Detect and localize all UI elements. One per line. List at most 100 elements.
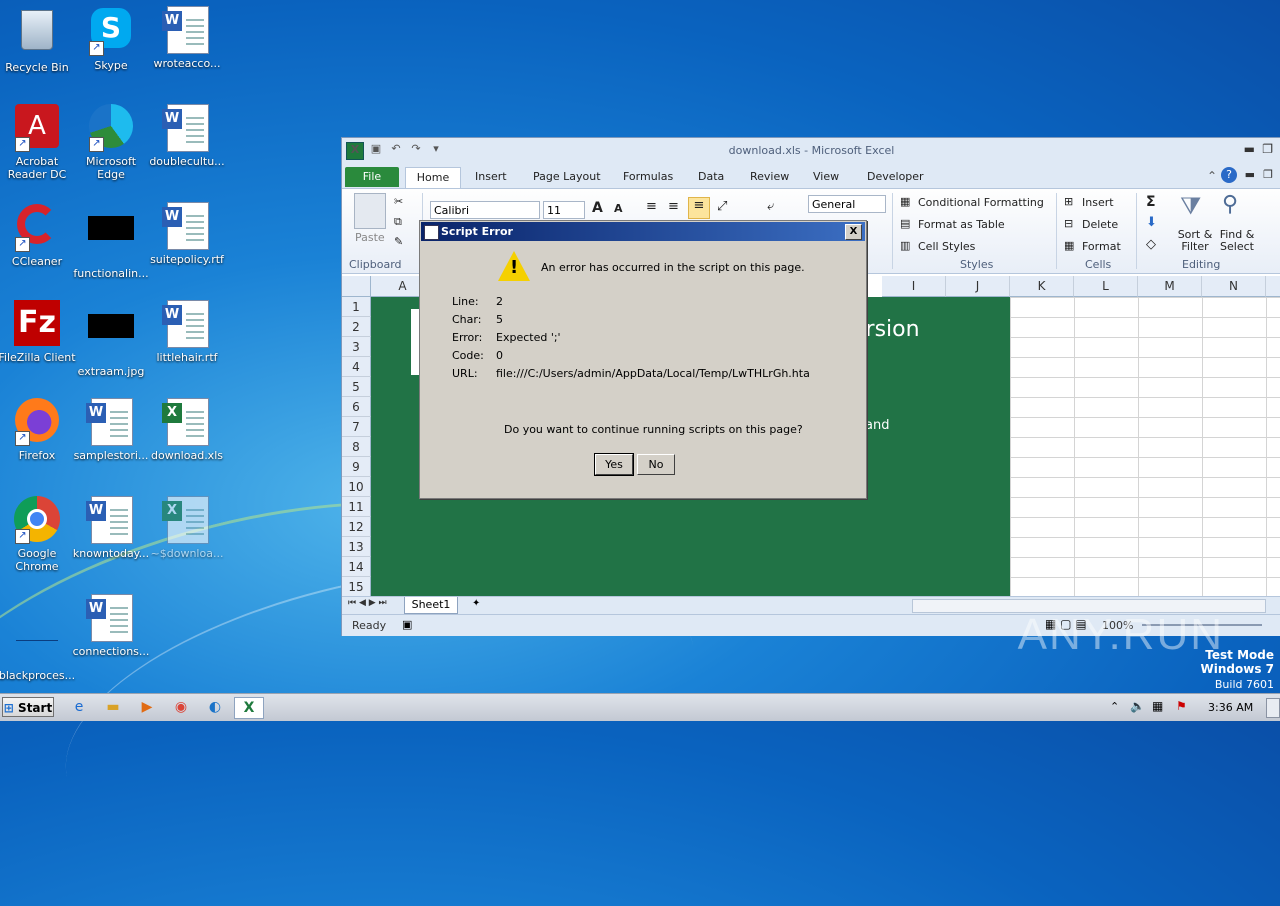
font-size-combo[interactable]: 11: [543, 201, 585, 219]
shrink-font-icon[interactable]: A: [614, 202, 623, 215]
row-header[interactable]: 15: [342, 577, 371, 597]
excel-titlebar[interactable]: X ▣ ↶ ↷ ▾ download.xls - Microsoft Excel…: [342, 138, 1280, 164]
row-header[interactable]: 5: [342, 377, 371, 397]
show-hidden-icons-icon[interactable]: ⌃: [1110, 700, 1119, 713]
desktop-icon-blackprocess[interactable]: blackproces...: [0, 600, 76, 682]
macro-record-icon[interactable]: ▣: [402, 618, 412, 631]
sort-filter-button[interactable]: Sort & Filter: [1176, 229, 1214, 253]
row-header[interactable]: 6: [342, 397, 371, 417]
select-all-corner[interactable]: [342, 276, 371, 297]
clock[interactable]: 3:36 AM: [1208, 701, 1253, 714]
desktop-icon-download-xls[interactable]: X download.xls: [148, 398, 226, 462]
row-header[interactable]: 11: [342, 497, 371, 517]
format-as-table-button[interactable]: Format as Table: [918, 218, 1005, 231]
desktop-icon-wroteacco[interactable]: W wroteacco...: [148, 6, 226, 70]
column-header[interactable]: M: [1138, 276, 1202, 297]
tab-file[interactable]: File: [345, 167, 399, 187]
tab-insert[interactable]: Insert: [475, 167, 507, 187]
orientation-icon[interactable]: ⤢: [717, 199, 727, 214]
desktop-icon-skype[interactable]: S ↗ Skype: [72, 6, 150, 72]
row-header[interactable]: 8: [342, 437, 371, 457]
start-button[interactable]: ⊞ Start: [2, 697, 54, 717]
conditional-formatting-button[interactable]: Conditional Formatting: [918, 196, 1044, 209]
row-header[interactable]: 12: [342, 517, 371, 537]
row-header[interactable]: 10: [342, 477, 371, 497]
desktop-icon-samplestori[interactable]: W samplestori...: [72, 398, 150, 462]
find-select-button[interactable]: Find & Select: [1216, 229, 1258, 253]
desktop-icon-temp-download[interactable]: X ~$downloa...: [148, 496, 226, 560]
row-header[interactable]: 2: [342, 317, 371, 337]
desktop-icon-littlehair[interactable]: W littlehair.rtf: [148, 300, 226, 364]
cell-styles-button[interactable]: Cell Styles: [918, 240, 975, 253]
minimize-ribbon-icon[interactable]: ⌃: [1207, 169, 1217, 183]
autosum-icon[interactable]: Σ: [1146, 194, 1156, 210]
desktop-icon-suitepolicy[interactable]: W suitepolicy.rtf: [148, 202, 226, 266]
tab-formulas[interactable]: Formulas: [623, 167, 673, 187]
desktop-icon-functionalin[interactable]: functionalin...: [72, 202, 150, 280]
desktop-icon-extraam[interactable]: extraam.jpg: [72, 300, 150, 378]
row-header[interactable]: 13: [342, 537, 371, 557]
flag-icon[interactable]: ⚑: [1176, 699, 1187, 713]
sheet-nav-arrows-icon[interactable]: ⏮ ◀ ▶ ⏭: [348, 598, 387, 608]
clear-icon[interactable]: ◇: [1146, 237, 1156, 252]
desktop-icon-ccleaner[interactable]: ↗ CCleaner: [0, 202, 76, 268]
cell-area[interactable]: [1010, 297, 1280, 597]
tab-developer[interactable]: Developer: [867, 167, 924, 187]
align-bottom-icon[interactable]: ≡: [688, 197, 710, 219]
align-middle-icon[interactable]: ≡: [668, 199, 679, 214]
column-header[interactable]: N: [1202, 276, 1266, 297]
no-button[interactable]: No: [637, 454, 675, 475]
tab-review[interactable]: Review: [750, 167, 789, 187]
row-header[interactable]: 9: [342, 457, 371, 477]
desktop-icon-acrobat[interactable]: A ↗ Acrobat Reader DC: [0, 104, 76, 181]
tab-data[interactable]: Data: [698, 167, 724, 187]
desktop-icon-knowntoday[interactable]: W knowntoday...: [72, 496, 150, 560]
tab-view[interactable]: View: [813, 167, 839, 187]
yes-button[interactable]: Yes: [594, 453, 634, 476]
minimize-icon[interactable]: ▬: [1244, 142, 1255, 156]
sheet-tab-sheet1[interactable]: Sheet1: [404, 597, 458, 614]
media-player-icon[interactable]: ▶: [136, 697, 158, 717]
paste-icon[interactable]: [354, 193, 386, 229]
doc-minimize-icon[interactable]: ▬: [1245, 168, 1255, 181]
desktop-icon-firefox[interactable]: ↗ Firefox: [0, 398, 76, 462]
column-header[interactable]: I: [882, 276, 946, 297]
maximize-icon[interactable]: ❐: [1262, 142, 1273, 156]
tab-page-layout[interactable]: Page Layout: [533, 167, 601, 187]
format-painter-icon[interactable]: ✎: [394, 235, 403, 248]
insert-sheet-icon[interactable]: ✦: [472, 598, 480, 609]
number-format-combo[interactable]: General: [808, 195, 886, 213]
delete-cells-button[interactable]: Delete: [1082, 218, 1118, 231]
tab-home[interactable]: Home: [405, 167, 461, 188]
explorer-icon[interactable]: ▬: [102, 697, 124, 717]
desktop-icon-connections[interactable]: W connections...: [72, 594, 150, 658]
row-header[interactable]: 4: [342, 357, 371, 377]
row-header[interactable]: 3: [342, 337, 371, 357]
doc-restore-icon[interactable]: ❐: [1263, 168, 1273, 181]
edge-taskbar-icon[interactable]: ◐: [204, 697, 226, 717]
column-header[interactable]: K: [1010, 276, 1074, 297]
align-top-icon[interactable]: ≡: [646, 199, 657, 214]
grow-font-icon[interactable]: A: [592, 200, 603, 216]
fill-icon[interactable]: ⬇: [1146, 215, 1157, 230]
row-header[interactable]: 1: [342, 297, 371, 317]
desktop-icon-recycle-bin[interactable]: Recycle Bin: [0, 6, 76, 74]
dialog-close-button[interactable]: X: [845, 224, 862, 240]
desktop-icon-doublecultu[interactable]: W doublecultu...: [148, 104, 226, 168]
volume-icon[interactable]: 🔈: [1130, 699, 1145, 713]
excel-taskbar-button[interactable]: X: [234, 697, 264, 719]
network-icon[interactable]: ▦: [1152, 699, 1163, 713]
paste-button[interactable]: Paste: [355, 231, 385, 244]
desktop-icon-chrome[interactable]: ↗ Google Chrome: [0, 496, 76, 573]
font-name-combo[interactable]: Calibri: [430, 201, 540, 219]
chrome-taskbar-icon[interactable]: ◉: [170, 697, 192, 717]
cut-icon[interactable]: ✂: [394, 195, 403, 208]
help-icon[interactable]: ?: [1221, 167, 1237, 183]
copy-icon[interactable]: ⧉: [394, 215, 402, 229]
desktop-icon-filezilla[interactable]: Fz FileZilla Client: [0, 300, 76, 364]
column-header[interactable]: L: [1074, 276, 1138, 297]
format-cells-button[interactable]: Format: [1082, 240, 1121, 253]
dialog-titlebar[interactable]: Script Error X: [421, 222, 865, 241]
ie-icon[interactable]: e: [68, 697, 90, 717]
desktop-icon-edge[interactable]: ↗ Microsoft Edge: [72, 104, 150, 181]
